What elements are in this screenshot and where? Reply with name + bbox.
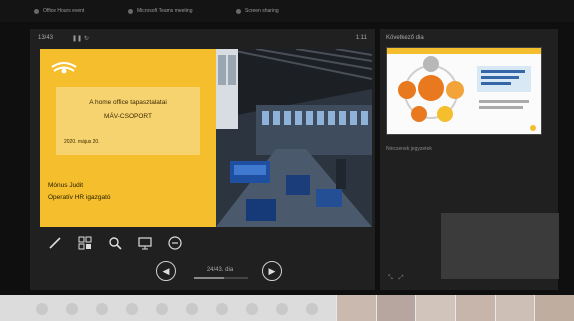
app-icon[interactable] <box>96 303 108 315</box>
slide-role: Operatív HR igazgató <box>48 194 111 201</box>
restart-icon[interactable]: ↻ <box>84 35 89 42</box>
tab-favicon-icon <box>128 8 133 14</box>
zoom-button[interactable] <box>106 235 124 251</box>
pen-icon <box>49 237 61 249</box>
app-icon[interactable] <box>126 303 138 315</box>
slide-organization: MÁV-CSOPORT <box>104 113 152 120</box>
chevron-left-icon: ◀ <box>162 265 170 276</box>
browser-tab-2[interactable]: Microsoft Teams meeting <box>128 7 192 15</box>
slide-title: A home office tapasztalatai <box>89 99 167 106</box>
presenter-toolbar <box>46 235 184 251</box>
browser-tab-1[interactable]: Office Hours event <box>34 7 84 15</box>
next-slide-button[interactable]: ▶ <box>262 261 282 281</box>
slide-progress-fill <box>194 277 225 279</box>
pen-tool-button[interactable] <box>46 235 64 251</box>
participant-thumbnail[interactable] <box>336 295 376 321</box>
notes-font-size-controls[interactable]: ⤡⤢ <box>388 275 410 282</box>
station-photo <box>216 49 372 227</box>
slides-grid-icon <box>78 236 92 250</box>
next-slide-label: Következő dia <box>386 35 424 41</box>
slide-navigation: ◀ 24/43. dia ▶ <box>156 261 286 283</box>
app-icon[interactable] <box>306 303 318 315</box>
slide-counter: 13/43 <box>38 35 54 41</box>
tab-favicon-icon <box>34 8 39 14</box>
app-icon[interactable] <box>186 303 198 315</box>
browser-tab-bar: Office Hours event Microsoft Teams meeti… <box>0 0 574 22</box>
speaker-notes: Nincsenek jegyzetek <box>386 146 432 152</box>
chevron-right-icon: ▶ <box>268 265 276 276</box>
elapsed-timer: 1:11 <box>355 35 367 41</box>
next-slide-diagram <box>387 48 541 131</box>
next-slide-thumbnail[interactable] <box>386 47 542 135</box>
app-icon[interactable] <box>276 303 288 315</box>
mav-logo-icon <box>51 62 77 74</box>
tab-favicon-icon <box>236 8 241 14</box>
screen-icon <box>138 237 152 250</box>
slide-title-box: A home office tapasztalatai MÁV-CSOPORT … <box>56 87 200 155</box>
more-icon <box>168 236 182 250</box>
participant-video-tile <box>441 213 559 279</box>
app-icon[interactable] <box>216 303 228 315</box>
see-all-slides-button[interactable] <box>76 235 94 251</box>
tab-label: Screen sharing <box>245 8 279 14</box>
previous-slide-button[interactable]: ◀ <box>156 261 176 281</box>
tab-label: Microsoft Teams meeting <box>137 8 193 14</box>
slide-author: Mónus Judit <box>48 182 84 189</box>
slide-date: 2020. május 20. <box>64 139 100 145</box>
presenter-view: 13/43 ❚❚ ↻ 1:11 A home office tapasztala… <box>30 29 375 290</box>
zoom-icon <box>109 237 122 250</box>
participant-strip <box>336 295 574 321</box>
black-screen-button[interactable] <box>136 235 154 251</box>
pause-icon[interactable]: ❚❚ <box>72 35 82 42</box>
participant-thumbnail[interactable] <box>455 295 495 321</box>
current-slide: A home office tapasztalatai MÁV-CSOPORT … <box>40 49 372 227</box>
browser-tab-3[interactable]: Screen sharing <box>236 7 279 15</box>
participant-thumbnail[interactable] <box>415 295 456 321</box>
tab-label: Office Hours event <box>43 8 85 14</box>
participant-thumbnail[interactable] <box>375 295 416 321</box>
slide-progress-bar <box>194 277 248 279</box>
app-icon[interactable] <box>156 303 168 315</box>
slide-position: 24/43. dia <box>206 267 234 273</box>
more-options-button[interactable] <box>166 235 184 251</box>
participant-thumbnail[interactable] <box>494 295 535 321</box>
participant-thumbnail[interactable] <box>534 295 574 321</box>
slide-title-panel: A home office tapasztalatai MÁV-CSOPORT … <box>40 49 216 227</box>
app-icon[interactable] <box>36 303 48 315</box>
app-icon[interactable] <box>246 303 258 315</box>
app-icon[interactable] <box>66 303 78 315</box>
